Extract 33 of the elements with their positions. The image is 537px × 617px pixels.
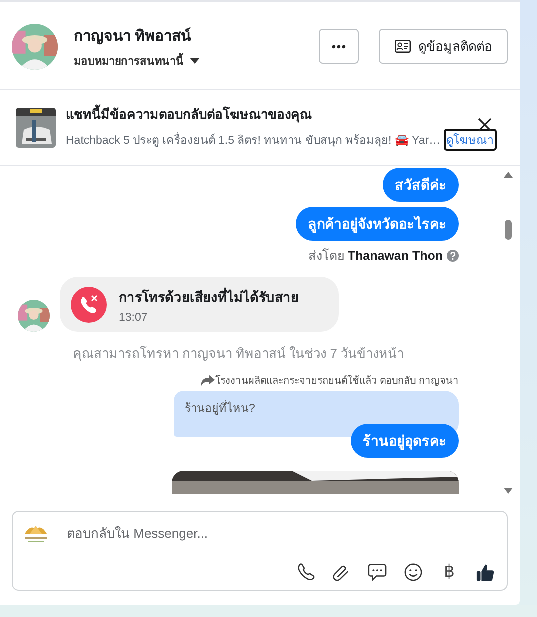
ad-text: Hatchback 5 ประตู เครื่องยนต์ 1.5 ลิตร! ทนทาน ขับสนุก พร้อมลุย! 🚘 Yar… [66,131,441,149]
thumbs-up-icon[interactable] [476,562,495,582]
scroll-up-icon[interactable] [504,172,513,178]
id-card-icon [394,40,410,53]
assign-dropdown[interactable]: มอบหมายการสนทนานี้ [74,52,319,70]
message-bubble: ลูกค้าอยู่จังหวัดอะไรคะ [296,207,459,241]
contact-name: กาญจนา ทิพอาสน์ [74,26,192,47]
info-text: คุณสามารถโทรหา กาญจนา ทิพอาสน์ ในช่วง 7 วันข้างหน้า [72,345,404,364]
view-ad-link[interactable]: ดูโฆษณา [444,129,497,151]
avatar [12,24,58,70]
reply-context-text: โรงงานผลิตและกระจายรถยนต์ใช้แล้ว ตอบกลับ กาญจนา [215,374,459,388]
message-bubble: สวัสดีค่ะ [383,168,459,202]
ad-title: แชทนี้มีข้อความตอบกลับต่อโฆษณาของคุณ [66,104,312,125]
reply-arrow-icon [201,374,216,386]
scroll-down-icon[interactable] [504,488,513,494]
sent-by-text: ส่งโดย Thanawan Thon [308,248,443,265]
call-title: การโทรด้วยเสียงที่ไม่ได้รับสาย [119,286,299,308]
payment-button[interactable]: ฿ [440,562,459,582]
phone-icon[interactable] [296,562,315,582]
emoji-icon[interactable] [404,562,423,582]
caret-icon [190,58,200,64]
avatar [18,300,50,332]
message-bubble: ร้านอยู่อุดรคะ [351,424,459,458]
chat-icon[interactable] [368,562,387,582]
message-input[interactable]: ตอบกลับใน Messenger... [65,524,495,542]
help-icon[interactable] [447,250,459,262]
more-icon [332,44,346,48]
close-icon[interactable] [478,118,492,132]
contact-info-button[interactable]: ดูข้อมูลติดต่อ [379,29,508,64]
scroll-thumb[interactable] [505,220,512,240]
ad-thumbnail [16,108,56,148]
call-time: 13:07 [119,312,149,324]
missed-call-icon [71,287,107,323]
